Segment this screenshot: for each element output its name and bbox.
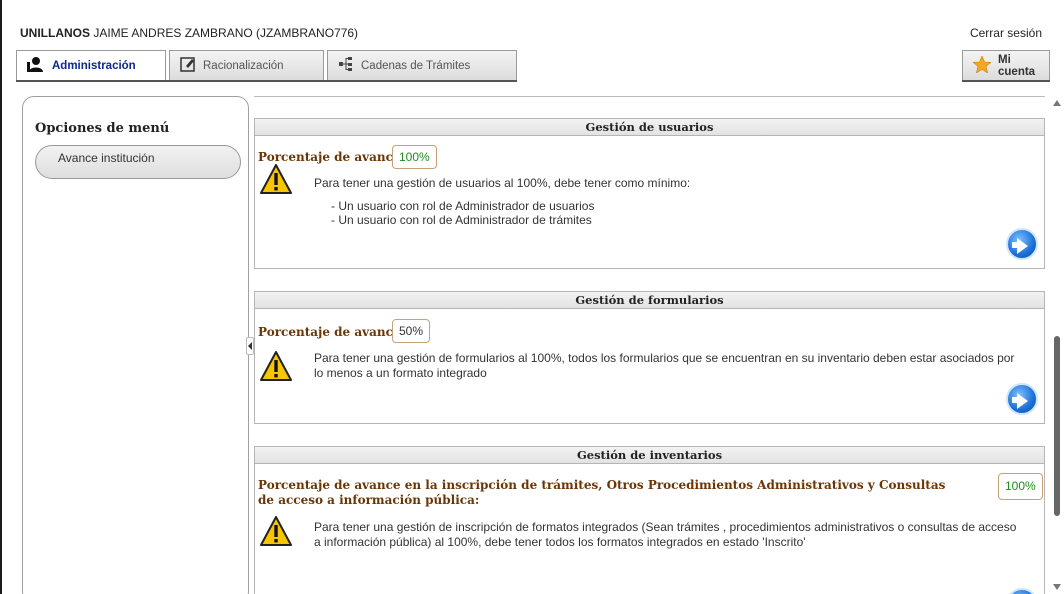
pct-label: Porcentaje de avance en la inscripción d… bbox=[258, 478, 946, 507]
section-message: Para tener una gestión de inscripción de… bbox=[314, 520, 1017, 549]
scroll-down-arrow-icon[interactable] bbox=[1053, 584, 1061, 590]
institution-name: UNILLANOS bbox=[20, 26, 90, 40]
scroll-up-arrow-icon[interactable] bbox=[1053, 100, 1061, 106]
warning-icon bbox=[260, 516, 292, 546]
star-icon bbox=[972, 54, 992, 76]
tab-label: Cadenas de Trámites bbox=[361, 59, 471, 72]
section-message: Para tener una gestión de usuarios al 10… bbox=[314, 176, 691, 190]
warning-icon bbox=[260, 164, 292, 194]
pct-badge: 100% bbox=[998, 473, 1043, 500]
section-gestion-usuarios: Gestión de usuarios Porcentaje de avance… bbox=[254, 118, 1045, 269]
bullet-item: - Un usuario con rol de Administrador de… bbox=[331, 213, 592, 227]
pct-badge: 100% bbox=[392, 145, 437, 169]
section-title: Gestión de usuarios bbox=[255, 119, 1044, 136]
sidebar: Opciones de menú Avance institución bbox=[22, 96, 249, 594]
tab-administracion[interactable]: Administración bbox=[16, 50, 166, 80]
next-arrow-button[interactable] bbox=[1006, 383, 1038, 415]
tab-label: Administración bbox=[52, 59, 136, 72]
sidebar-item-avance-institucion[interactable]: Avance institución bbox=[35, 145, 241, 179]
user-name: JAIME ANDRES ZAMBRANO (JZAMBRANO776) bbox=[93, 26, 359, 40]
tab-cadenas-tramites[interactable]: Cadenas de Trámites bbox=[327, 50, 517, 80]
warning-icon bbox=[260, 351, 292, 381]
edit-icon bbox=[180, 56, 196, 75]
app-window: UNILLANOS JAIME ANDRES ZAMBRANO (JZAMBRA… bbox=[0, 0, 1064, 594]
section-title: Gestión de formularios bbox=[255, 292, 1044, 309]
sidebar-title: Opciones de menú bbox=[35, 121, 170, 136]
logout-link[interactable]: Cerrar sesión bbox=[970, 26, 1042, 40]
admin-user-icon bbox=[27, 56, 45, 75]
pct-label: Porcentaje de avance bbox=[258, 325, 401, 339]
section-title: Gestión de inventarios bbox=[255, 447, 1044, 464]
user-info: UNILLANOS JAIME ANDRES ZAMBRANO (JZAMBRA… bbox=[20, 26, 358, 40]
content-divider bbox=[254, 96, 1045, 97]
pct-label: Porcentaje de avance bbox=[258, 150, 401, 164]
next-arrow-button[interactable] bbox=[1006, 228, 1038, 260]
hierarchy-icon bbox=[338, 56, 354, 75]
account-divider bbox=[962, 80, 1050, 82]
tabs-divider bbox=[16, 80, 517, 82]
section-gestion-formularios: Gestión de formularios Porcentaje de ava… bbox=[254, 291, 1045, 424]
next-arrow-button[interactable] bbox=[1006, 588, 1038, 594]
tab-label: Racionalización bbox=[203, 59, 284, 72]
section-message: Para tener una gestión de formularios al… bbox=[314, 351, 1015, 380]
tab-label: Mi cuenta bbox=[998, 53, 1036, 78]
sidebar-collapse-handle[interactable] bbox=[246, 337, 254, 355]
bullet-item: - Un usuario con rol de Administrador de… bbox=[331, 199, 595, 213]
scroll-thumb[interactable] bbox=[1054, 336, 1060, 516]
tab-racionalizacion[interactable]: Racionalización bbox=[169, 50, 324, 80]
pct-badge: 50% bbox=[392, 319, 431, 343]
section-gestion-inventarios: Gestión de inventarios Porcentaje de ava… bbox=[254, 446, 1045, 594]
scrollbar[interactable] bbox=[1050, 96, 1064, 594]
mi-cuenta-button[interactable]: Mi cuenta bbox=[962, 50, 1050, 80]
